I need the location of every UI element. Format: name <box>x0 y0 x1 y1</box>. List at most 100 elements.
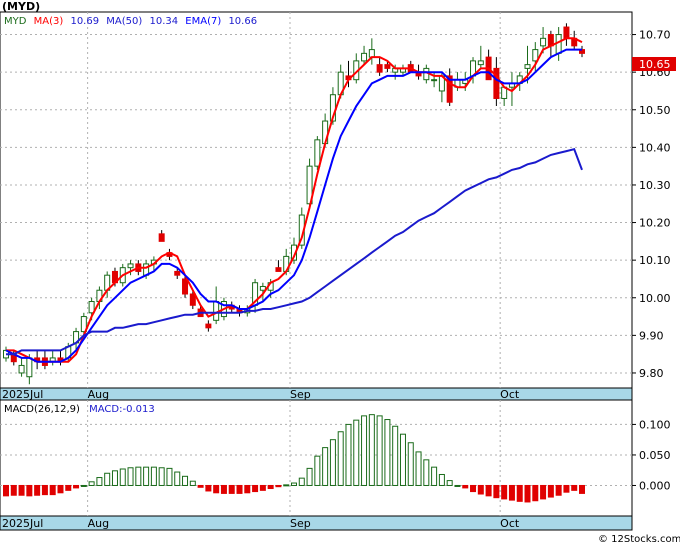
macd-bar <box>57 484 64 494</box>
macd-bar <box>524 484 531 503</box>
macd-bar <box>446 480 453 486</box>
legend-ema7-label: EMA(7) <box>185 16 221 27</box>
macd-bar <box>283 484 290 487</box>
price-tick-label: 10.50 <box>639 104 671 117</box>
price-tick-label: 10.70 <box>639 29 671 42</box>
macd-bar <box>399 433 406 486</box>
candle-body <box>477 60 484 66</box>
macd-bar <box>252 484 259 493</box>
legend-ma50-value: 10.34 <box>149 16 178 27</box>
candle-body <box>158 233 165 242</box>
macd-bar <box>493 484 500 499</box>
macd-bar <box>166 467 173 486</box>
macd-bar <box>34 484 41 496</box>
macd-bar <box>104 472 111 486</box>
stock-chart: 9.80 9.90 10.00 10.10 10.20 10.30 10.40 10.50 10… <box>0 0 680 545</box>
candle-body <box>26 357 33 378</box>
macd-bar <box>462 484 469 489</box>
macd-bar <box>571 484 578 491</box>
macd-bar <box>555 484 562 496</box>
price-tick-label: 10.30 <box>639 179 671 192</box>
macd-bar <box>259 484 266 491</box>
macd-bar <box>345 423 352 486</box>
macd-bar <box>361 415 368 486</box>
legend-ema7-value: 10.66 <box>228 16 257 27</box>
macd-bar <box>275 484 282 488</box>
macd-bar <box>143 466 150 486</box>
macd-bar <box>477 484 484 495</box>
macd-bar <box>220 484 227 494</box>
macd-bar <box>119 468 126 486</box>
macd-bar <box>197 484 204 488</box>
macd-bar <box>291 482 297 486</box>
macd-x-tick-label: Sep <box>290 517 311 530</box>
candle-body <box>524 64 531 69</box>
macd-bar <box>563 484 570 493</box>
price-tick-label: 10.20 <box>639 217 671 230</box>
macd-tick-label: 0.050 <box>639 449 671 462</box>
candle-body <box>376 64 383 73</box>
macd-bar <box>322 447 329 486</box>
price-tick-label: 10.10 <box>639 254 671 267</box>
legend-ma3-label: MA(3) <box>34 16 64 27</box>
candle-body <box>431 79 438 82</box>
candle-body <box>384 64 391 69</box>
macd-bar <box>392 425 399 486</box>
macd-bar <box>454 484 461 487</box>
candle-body <box>259 285 266 291</box>
macd-bar <box>182 475 189 486</box>
candle-body <box>174 270 181 276</box>
macd-bar <box>73 484 80 489</box>
macd-bar <box>267 484 274 490</box>
macd-tick-label: 0.000 <box>639 479 671 492</box>
legend-text: MYD MA(3) 10.69 MA(50) 10.34 EMA(7) 10.6… <box>4 16 257 27</box>
candle-body <box>368 49 375 58</box>
candle-body <box>563 26 570 39</box>
candle-body <box>182 278 189 295</box>
macd-bar <box>298 477 305 486</box>
watermark: © 12Stocks.com <box>598 534 680 545</box>
macd-bar <box>158 467 165 486</box>
macd-bar <box>431 466 438 486</box>
candle-body <box>18 364 25 374</box>
macd-bar <box>516 484 523 502</box>
macd-bar <box>88 481 95 486</box>
macd-bar <box>353 419 360 486</box>
macd-bar <box>547 484 554 498</box>
macd-bar <box>423 459 430 486</box>
macd-legend-value: MACD:-0.013 <box>89 404 155 415</box>
candle-body <box>205 323 212 329</box>
macd-bar <box>41 484 48 496</box>
price-tick-label: 10.40 <box>639 141 671 154</box>
price-tick-label: 9.90 <box>639 329 664 342</box>
macd-bar <box>189 480 196 486</box>
macd-bar <box>150 466 157 486</box>
macd-bar <box>314 455 321 486</box>
macd-bar <box>135 466 142 486</box>
macd-bar <box>49 484 56 496</box>
candle-body <box>314 139 321 167</box>
macd-bar <box>407 442 414 486</box>
macd-bar <box>174 471 181 486</box>
legend-ma50-label: MA(50) <box>106 16 142 27</box>
macd-bar <box>384 419 391 486</box>
x-tick-label: Oct <box>500 388 520 401</box>
price-tick-label: 10.00 <box>639 292 671 305</box>
price-badge: 10.65 <box>639 58 671 71</box>
macd-bar <box>10 484 17 496</box>
macd-x-tick-label: Aug <box>88 517 109 530</box>
macd-x-tick-label: 2025Jul <box>2 517 43 530</box>
macd-bar <box>368 414 375 486</box>
macd-bar <box>376 415 383 486</box>
macd-legend-label: MACD(26,12,9) <box>4 404 80 415</box>
macd-tick-label: 0.100 <box>639 418 671 431</box>
macd-bar <box>540 484 547 500</box>
legend-symbol: MYD <box>4 16 27 27</box>
x-tick-label: Sep <box>290 388 311 401</box>
candle-body <box>275 267 282 272</box>
macd-bar <box>205 484 212 492</box>
x-tick-label: 2025Jul <box>2 388 43 401</box>
macd-bar <box>470 484 477 493</box>
macd-legend: MACD(26,12,9) MACD:-0.013 <box>4 404 155 415</box>
macd-bar <box>337 431 344 486</box>
